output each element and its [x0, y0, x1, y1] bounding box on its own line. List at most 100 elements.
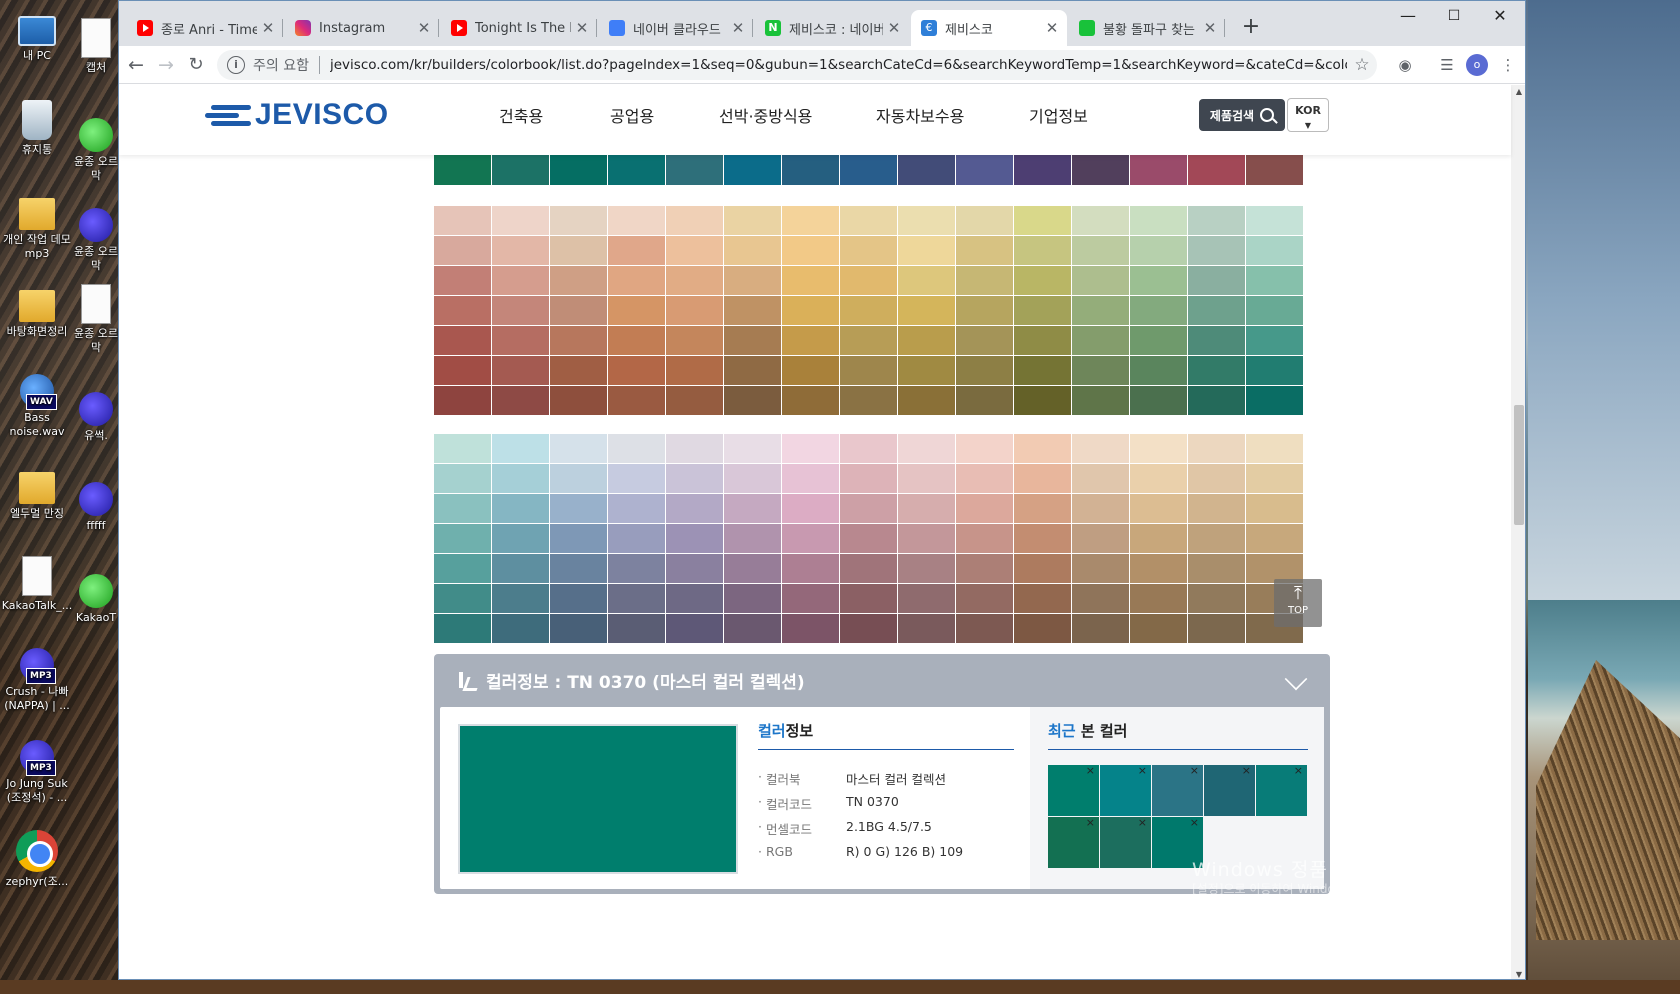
color-chip[interactable] [492, 266, 549, 295]
color-chip[interactable] [898, 524, 955, 553]
maximize-button[interactable]: ☐ [1431, 1, 1477, 33]
color-chip[interactable] [666, 155, 723, 185]
color-info-header[interactable]: 컬러정보 : TN 0370 (마스터 컬러 컬렉션) [434, 654, 1330, 706]
color-chip[interactable] [492, 614, 549, 643]
color-chip[interactable] [666, 554, 723, 583]
color-chip[interactable] [1246, 524, 1303, 553]
close-tab-icon[interactable]: ✕ [1041, 19, 1063, 37]
product-search-button[interactable]: 제품검색 [1199, 99, 1285, 131]
color-chip[interactable] [666, 386, 723, 415]
color-chip[interactable] [1072, 236, 1129, 265]
color-chip[interactable] [1130, 464, 1187, 493]
color-chip[interactable] [608, 584, 665, 613]
remove-recent-icon[interactable]: × [1190, 764, 1199, 777]
color-chip[interactable] [492, 584, 549, 613]
scroll-up-icon[interactable]: ▲ [1514, 87, 1524, 96]
color-chip[interactable] [434, 494, 491, 523]
color-chip[interactable] [434, 356, 491, 385]
media-control-icon[interactable]: ☰ [1436, 54, 1458, 76]
close-tab-icon[interactable]: ✕ [883, 19, 905, 37]
color-chip[interactable] [724, 386, 781, 415]
jevisco-logo[interactable]: JEVISCO [205, 98, 395, 131]
minimize-button[interactable]: — [1385, 1, 1431, 33]
color-chip[interactable] [608, 614, 665, 643]
recent-color-chip[interactable]: × [1048, 816, 1099, 868]
color-chip[interactable] [608, 356, 665, 385]
close-tab-icon[interactable]: ✕ [413, 19, 435, 37]
color-chip[interactable] [840, 614, 897, 643]
color-chip[interactable] [1246, 386, 1303, 415]
color-chip[interactable] [840, 584, 897, 613]
color-chip[interactable] [550, 524, 607, 553]
color-chip[interactable] [1188, 356, 1245, 385]
color-chip[interactable] [550, 356, 607, 385]
color-chip[interactable] [492, 206, 549, 235]
scroll-top-button[interactable]: ⤒ TOP [1274, 579, 1322, 627]
color-chip[interactable] [434, 524, 491, 553]
back-arrow-icon[interactable]: ← [121, 50, 151, 80]
color-chip[interactable] [666, 296, 723, 325]
color-chip[interactable] [1130, 155, 1187, 185]
color-chip[interactable] [434, 326, 491, 355]
color-chip[interactable] [840, 236, 897, 265]
color-chip[interactable] [666, 524, 723, 553]
desktop-icon[interactable]: fffff [74, 482, 118, 533]
color-chip[interactable] [1130, 584, 1187, 613]
color-chip[interactable] [956, 356, 1013, 385]
color-chip[interactable] [782, 386, 839, 415]
color-chip[interactable] [898, 494, 955, 523]
color-chip[interactable] [956, 434, 1013, 463]
color-chip[interactable] [1188, 206, 1245, 235]
color-chip[interactable] [782, 434, 839, 463]
color-chip[interactable] [1130, 206, 1187, 235]
color-chip[interactable] [1072, 494, 1129, 523]
color-chip[interactable] [782, 356, 839, 385]
color-chip[interactable] [1014, 494, 1071, 523]
url-text[interactable]: jevisco.com/kr/builders/colorbook/list.d… [330, 57, 1347, 73]
nav-company[interactable]: 기업정보 [1029, 103, 1088, 127]
color-chip[interactable] [840, 326, 897, 355]
color-chip[interactable] [782, 326, 839, 355]
color-chip[interactable] [1246, 326, 1303, 355]
color-chip[interactable] [1130, 434, 1187, 463]
color-chip[interactable] [1246, 464, 1303, 493]
color-chip[interactable] [1014, 356, 1071, 385]
color-chip[interactable] [492, 494, 549, 523]
color-chip[interactable] [1014, 584, 1071, 613]
color-chip[interactable] [1130, 236, 1187, 265]
info-icon[interactable]: i [227, 56, 245, 74]
color-chip[interactable] [550, 494, 607, 523]
profile-avatar[interactable]: o [1466, 54, 1488, 76]
color-chip[interactable] [1014, 326, 1071, 355]
color-chip[interactable] [1014, 464, 1071, 493]
close-tab-icon[interactable]: ✕ [727, 19, 749, 37]
color-chip[interactable] [1246, 266, 1303, 295]
color-chip[interactable] [840, 434, 897, 463]
color-chip[interactable] [724, 614, 781, 643]
color-chip[interactable] [898, 356, 955, 385]
color-chip[interactable] [840, 266, 897, 295]
color-chip[interactable] [956, 614, 1013, 643]
color-chip[interactable] [1130, 296, 1187, 325]
color-chip[interactable] [1072, 614, 1129, 643]
color-chip[interactable] [550, 236, 607, 265]
color-chip[interactable] [782, 614, 839, 643]
color-chip[interactable] [434, 206, 491, 235]
color-chip[interactable] [1130, 266, 1187, 295]
color-chip[interactable] [1130, 614, 1187, 643]
color-chip[interactable] [492, 356, 549, 385]
close-window-button[interactable]: ✕ [1477, 1, 1523, 33]
color-chip[interactable] [1014, 155, 1071, 185]
color-chip[interactable] [1014, 266, 1071, 295]
color-chip[interactable] [1188, 434, 1245, 463]
color-chip[interactable] [666, 356, 723, 385]
color-chip[interactable] [608, 206, 665, 235]
language-select[interactable]: KOR ▼ [1287, 98, 1329, 132]
color-chip[interactable] [724, 155, 781, 185]
color-chip[interactable] [434, 554, 491, 583]
color-chip[interactable] [782, 206, 839, 235]
tab-1[interactable]: 종로 Anri - Timely✕ [127, 10, 283, 46]
desktop-icon[interactable]: WAV Bass noise.wav [0, 374, 74, 439]
remove-recent-icon[interactable]: × [1138, 764, 1147, 777]
desktop-icon[interactable]: KakaoTalk_... [0, 556, 74, 613]
